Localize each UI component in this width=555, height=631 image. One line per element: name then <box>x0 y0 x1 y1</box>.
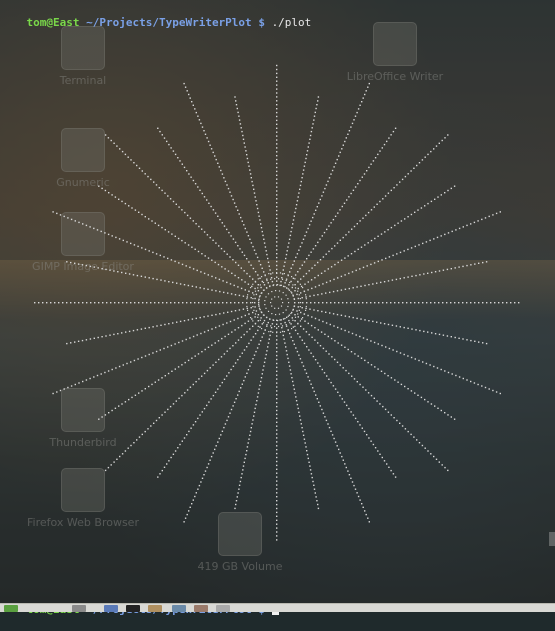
plot-ray <box>157 127 268 289</box>
plot-ray <box>66 305 260 345</box>
plot-ray <box>234 96 274 287</box>
folder-icon[interactable] <box>148 605 162 612</box>
plot-ray <box>286 127 397 289</box>
plot-ray <box>282 82 370 288</box>
plot-ray <box>293 305 488 345</box>
plot-ray <box>291 185 456 294</box>
image-icon[interactable] <box>172 605 186 612</box>
plot-ray <box>288 314 449 472</box>
plot-ray <box>34 302 260 304</box>
plot-ray <box>104 134 265 291</box>
plot-ray <box>183 318 271 523</box>
plot-ray <box>279 319 320 510</box>
plot-ray <box>282 318 370 523</box>
plot-ray <box>52 211 261 297</box>
app-icon[interactable] <box>216 605 230 612</box>
plot-ray <box>66 261 260 300</box>
terminal-window[interactable]: tom@East ~/Projects/TypeWriterPlot $ ./p… <box>0 0 555 616</box>
ascii-plot <box>34 64 520 541</box>
browser-icon[interactable] <box>104 605 118 612</box>
plot-ray <box>104 314 265 472</box>
files-icon[interactable] <box>72 605 86 612</box>
plot-ray <box>183 82 271 288</box>
plot-ray <box>276 319 278 541</box>
plot-ray <box>157 316 268 478</box>
scrollbar[interactable] <box>549 532 555 546</box>
plot-ray <box>276 64 278 286</box>
plot-ray <box>98 311 263 420</box>
plot-ray <box>234 319 274 510</box>
plot-ray <box>294 302 520 304</box>
settings-icon[interactable] <box>194 605 208 612</box>
menu-icon[interactable] <box>4 605 18 612</box>
plot-ray <box>291 311 456 420</box>
taskbar <box>0 603 555 612</box>
plot-ray <box>292 211 501 297</box>
plot-ray <box>288 134 449 291</box>
plot-ray <box>293 261 488 300</box>
plot-ray <box>279 96 320 287</box>
plot-ray <box>292 308 501 395</box>
plot-ray <box>286 316 397 478</box>
plot-ray <box>98 185 263 294</box>
terminal-icon[interactable] <box>126 605 140 612</box>
plot-ray <box>52 308 261 395</box>
